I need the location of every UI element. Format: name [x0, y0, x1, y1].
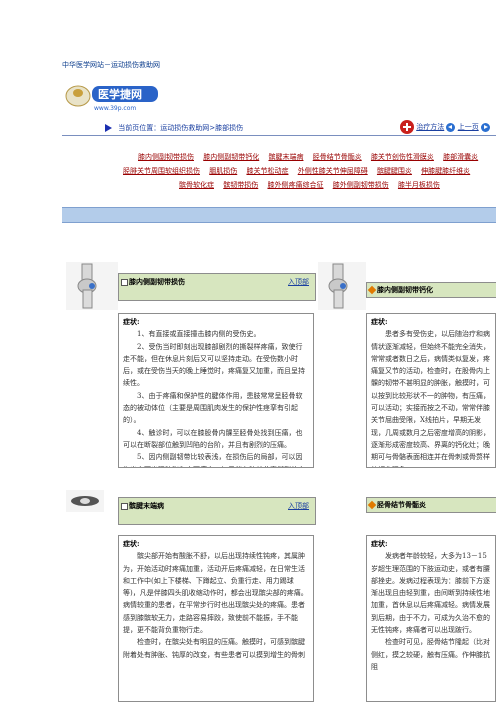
section-body: 症状: 患者多有受伤史，以后随治疗和病情状逐渐减轻，但始终不能完全消失，常常或者… — [366, 313, 496, 468]
topic-nav-row-1: 膝内侧副韧带损伤 膝内侧副韧带钙化 髌腱末端病 胫骨结节骨骺炎 膝关节创伤性滑膜… — [123, 150, 496, 164]
section-band — [62, 207, 496, 223]
symptom-line: 5、因内侧副韧带比较表浅，在损伤后的局部，可以因为出血而出现肿胀和皮下瘀血，如果… — [123, 453, 305, 467]
svg-text:医学捷网: 医学捷网 — [98, 87, 142, 101]
section-header: 胫骨结节骨骺炎 — [366, 497, 496, 513]
treatment-link[interactable]: 治疗方法 — [416, 123, 444, 131]
nav-link[interactable]: 髌腱腱围炎 — [377, 167, 412, 175]
section-title: 膝内侧副韧带钙化 — [377, 285, 433, 294]
nav-link[interactable]: 外侧性膝关节伸屈障碍 — [298, 167, 368, 175]
symptom-label: 症状: — [123, 317, 140, 326]
breadcrumb: 当前页位置：运动损伤救助网>膝部损伤 — [105, 123, 243, 133]
nav-link[interactable]: 髌韧带损伤 — [223, 181, 258, 189]
nav-link[interactable]: 胭肌损伤 — [209, 167, 237, 175]
section-body: 症状: 发病者年龄较轻，大多为13－15岁超生理范围的下肢运动史，或者有腰部挫史… — [366, 535, 496, 702]
section-header: 膝内侧副韧带损伤 入顶部 — [118, 273, 316, 301]
back-to-top-link[interactable]: 入顶部 — [288, 278, 309, 286]
site-logo[interactable]: 医学捷网 www.39p.com — [64, 78, 160, 112]
section-title: 胫骨结节骨骺炎 — [377, 500, 426, 509]
nav-link[interactable]: 膝关节创伤性滑膜炎 — [371, 153, 434, 161]
symptom-line: 4、触诊时，可以在膝股骨内髁至胫骨处找到压痛，也可以在断裂部位触到凹陷的台阶，并… — [123, 428, 303, 449]
symptom-label: 症状: — [371, 539, 388, 548]
nav-link[interactable]: 膝半月板损伤 — [398, 181, 440, 189]
nav-link[interactable]: 膝内侧副韧带损伤 — [138, 153, 194, 161]
section-header: 膝内侧副韧带钙化 — [366, 282, 496, 298]
site-title: 中华医学网站－运动损伤救助网 — [62, 61, 160, 69]
breadcrumb-text: 当前页位置：运动损伤救助网>膝部损伤 — [118, 124, 244, 132]
bullet-icon — [367, 285, 377, 295]
nav-link[interactable]: 膝关节松动症 — [246, 167, 288, 175]
symptom-label: 症状: — [123, 539, 140, 548]
medical-cross-icon — [400, 120, 414, 134]
topic-nav-row-3: 髌骨软化症 髌韧带损伤 膝外侧疼痛综合征 膝外侧副韧带损伤 膝半月板损伤 — [123, 178, 496, 192]
joint-image — [66, 490, 104, 512]
nav-link[interactable]: 伸膝腱膝纤维炎 — [421, 167, 470, 175]
header-divider — [62, 135, 496, 136]
next-arrow-icon[interactable] — [480, 122, 490, 132]
nav-link[interactable]: 髌骨软化症 — [179, 181, 214, 189]
nav-link[interactable]: 膝外侧疼痛综合征 — [267, 181, 323, 189]
section-body: 症状: 髌尖部开始有酸胀不舒，以后出现持续性钝疼，其属肿为，开始活动时疼痛加重，… — [118, 535, 314, 702]
symptom-label: 症状: — [371, 317, 388, 326]
breadcrumb-arrow-icon — [105, 124, 112, 132]
nav-link[interactable]: 膝部滑囊炎 — [443, 153, 478, 161]
symptom-line: 检查时，在髌尖处有明显的压痛。触摸时，可感到髌腱附着处有肿胀、钝厚的改变，有些患… — [123, 638, 305, 659]
svg-text:www.39p.com: www.39p.com — [94, 105, 136, 112]
nav-link[interactable]: 胫骨结节骨骺炎 — [313, 153, 362, 161]
knee-image — [318, 262, 366, 310]
nav-link[interactable]: 膝内侧副韧带钙化 — [203, 153, 259, 161]
symptom-line: 患者多有受伤史，以后随治疗和病情状逐渐减轻，但始终不能完全消失，常常或者数日之后… — [371, 330, 490, 467]
section-body: 症状: 1、有直接或直接撞击膝内侧的受伤史。 2、受伤当时即刻出现膝部剧烈的撕裂… — [118, 313, 314, 468]
right-nav: 治疗方法 上一页 — [400, 120, 490, 134]
knee-image — [66, 262, 118, 310]
symptom-line: 2、受伤当时即刻出现膝部剧烈的撕裂样疼痛，致使行走不能，但在休息片刻后又可以坚持… — [123, 342, 305, 388]
symptom-line: 1、有直接或直接撞击膝内侧的受伤史。 — [137, 330, 261, 339]
checkbox-icon — [121, 278, 128, 286]
symptom-line: 3、由于疼痛和保护性的腱体作用，患肢常常呈胫骨软态的被动体位（主要是周围肌肉发生… — [123, 391, 303, 425]
back-to-top-link[interactable]: 入顶部 — [288, 502, 309, 510]
prev-page-link[interactable]: 上一页 — [458, 123, 479, 131]
prev-arrow-icon[interactable] — [446, 122, 456, 132]
symptom-line: 检查时可见，胫骨结节隆起（比对侧红，摸之较硬，触有压痛。作伸膝抗阻 — [371, 638, 490, 671]
section-title: 髌腱末端病 — [129, 501, 164, 510]
nav-link[interactable]: 胫腓关节周围软组织损伤 — [123, 167, 200, 175]
symptom-line: 髌尖部开始有酸胀不舒，以后出现持续性钝疼，其属肿为，开始活动时疼痛加重，活动开后… — [123, 552, 308, 635]
section-header: 髌腱末端病 入顶部 — [118, 497, 316, 525]
nav-link[interactable]: 膝外侧副韧带损伤 — [333, 181, 389, 189]
checkbox-icon — [121, 502, 128, 510]
symptom-line: 发病者年龄较轻，大多为13－15岁超生理范围的下肢运动史，或者有腰部挫史。发病过… — [371, 552, 490, 635]
topic-nav-row-2: 胫腓关节周围软组织损伤 胭肌损伤 膝关节松动症 外侧性膝关节伸屈障碍 髌腱腱围炎… — [123, 164, 496, 178]
nav-link[interactable]: 髌腱末端病 — [268, 153, 303, 161]
section-title: 膝内侧副韧带损伤 — [129, 277, 185, 286]
bullet-icon — [367, 500, 377, 510]
topic-nav: 膝内侧副韧带损伤 膝内侧副韧带钙化 髌腱末端病 胫骨结节骨骺炎 膝关节创伤性滑膜… — [123, 150, 496, 204]
